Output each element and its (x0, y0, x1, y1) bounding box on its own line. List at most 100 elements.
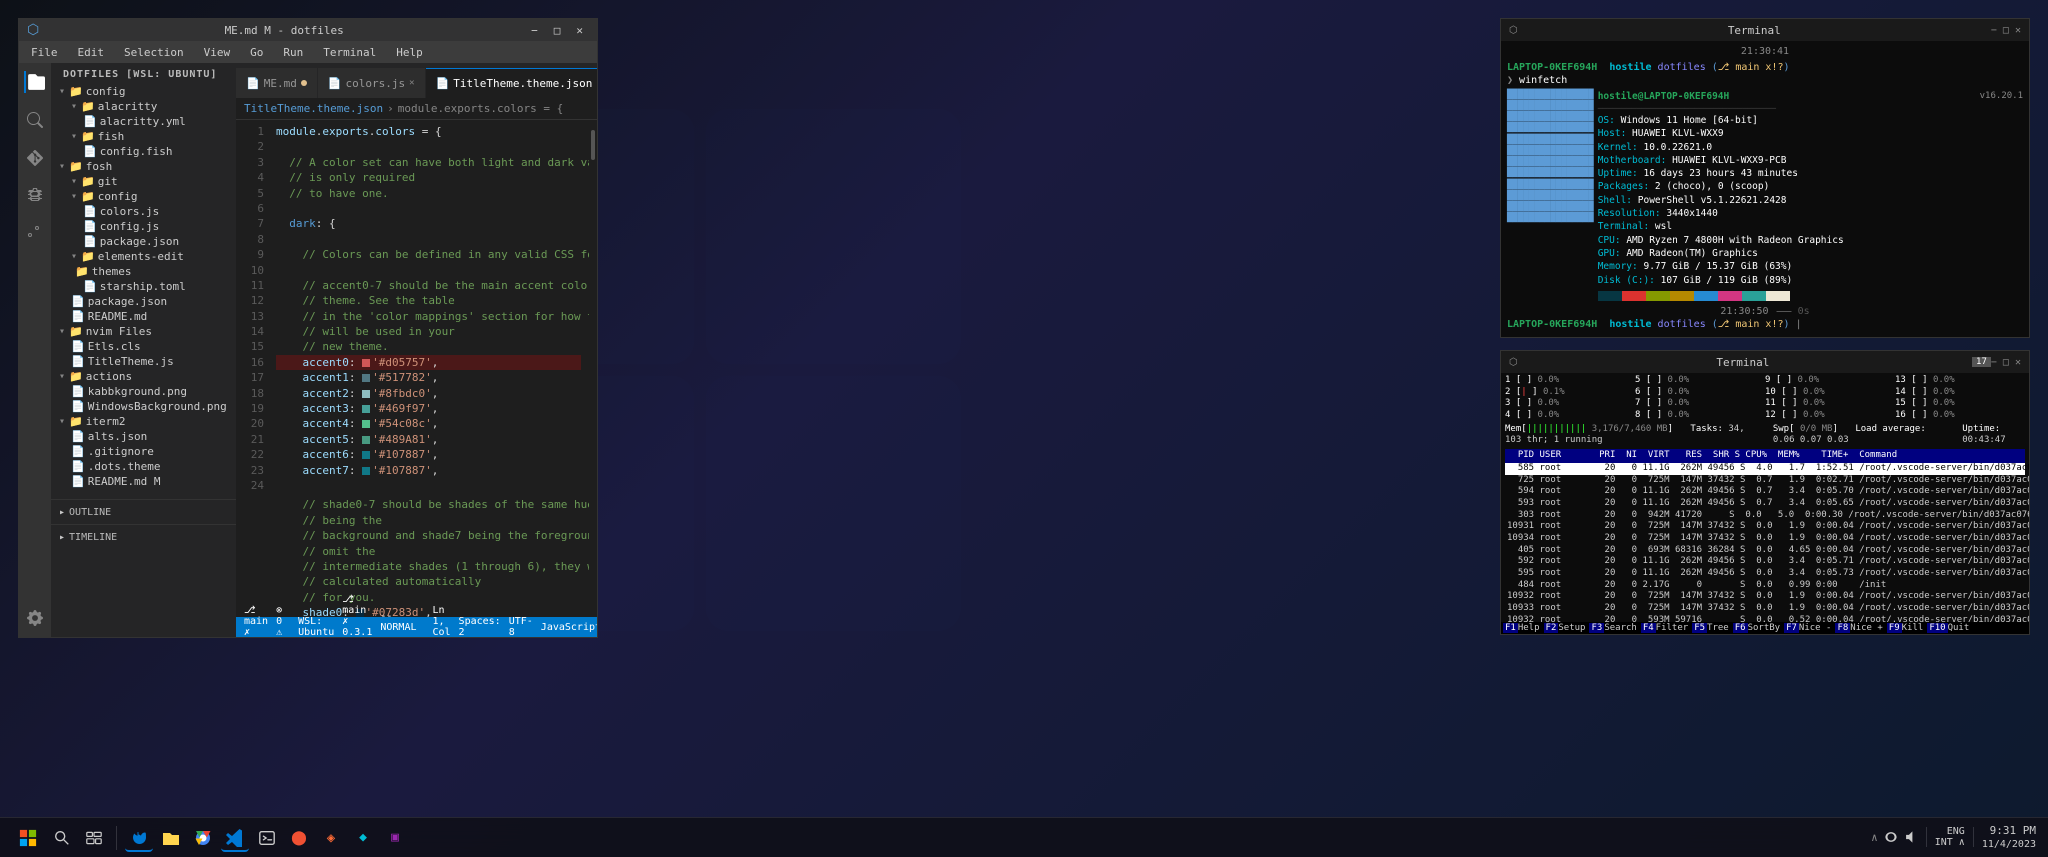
taskbar-edge[interactable] (125, 824, 153, 852)
process-row[interactable]: 592 root 20 0 11.1G 262M 49456 S 0.0 3.4… (1505, 556, 2025, 568)
process-row-selected[interactable]: 585 root 20 0 11.1G 262M 49456 S 4.0 1.7… (1505, 463, 2025, 475)
process-header: PID USER PRI NI VIRT RES SHR S CPU% MEM%… (1505, 449, 2025, 463)
taskbar-search[interactable] (48, 824, 76, 852)
tree-item-themes[interactable]: 📁themes (51, 264, 236, 279)
tree-item-colors-js[interactable]: 📄colors.js (51, 204, 236, 219)
fkey-f7[interactable]: F7Nice - (1784, 623, 1831, 633)
start-button[interactable] (12, 822, 44, 854)
vertical-scrollbar[interactable] (589, 120, 597, 617)
tree-item-starship[interactable]: 📄starship.toml (51, 279, 236, 294)
tree-item-fish[interactable]: ▾📁fish (51, 129, 236, 144)
taskbar-task-view[interactable] (80, 824, 108, 852)
minimize-button[interactable]: − (525, 24, 544, 37)
tree-item-gitignore[interactable]: 📄.gitignore (51, 444, 236, 459)
tree-item-package-json[interactable]: 📄package.json (51, 234, 236, 249)
process-row[interactable]: 10932 root 20 0 725M 147M 37432 S 0.0 1.… (1505, 591, 2025, 603)
taskbar-app1[interactable]: ◈ (317, 824, 345, 852)
menu-run[interactable]: Run (279, 44, 307, 61)
tree-item-alacritty[interactable]: ▾📁alacritty (51, 99, 236, 114)
fkey-f10[interactable]: F10Quit (1927, 623, 1969, 633)
process-row[interactable]: 303 root 20 0 942M 41720 S 0.0 5.0 0:00.… (1505, 510, 2025, 522)
tree-item-dotstheme[interactable]: 📄.dots.theme (51, 459, 236, 474)
tree-item-config-sub[interactable]: ▾📁config (51, 189, 236, 204)
fkey-f9[interactable]: F9Kill (1887, 623, 1924, 633)
fkey-f5[interactable]: F5Tree (1692, 623, 1729, 633)
code-editor[interactable]: 12345 678910 1112131415 1617181920 21222… (236, 120, 597, 617)
tree-item-config[interactable]: ▾📁config (51, 84, 236, 99)
menu-help[interactable]: Help (392, 44, 427, 61)
activity-git[interactable] (24, 147, 46, 169)
taskbar-chrome[interactable] (189, 824, 217, 852)
taskbar-app3[interactable]: ▣ (381, 824, 409, 852)
process-row[interactable]: 484 root 20 0 2.17G 0 S 0.0 0.99 0:00 /i… (1505, 580, 2025, 592)
process-row[interactable]: 725 root 20 0 725M 147M 37432 S 0.7 1.9 … (1505, 475, 2025, 487)
taskbar-terminal[interactable] (253, 824, 281, 852)
maximize-button[interactable]: □ (548, 24, 567, 37)
process-row[interactable]: 10933 root 20 0 725M 147M 37432 S 0.0 1.… (1505, 603, 2025, 615)
tree-item-alacritty-yml[interactable]: 📄alacritty.yml (51, 114, 236, 129)
activity-settings[interactable] (24, 607, 46, 629)
code-content: module.exports.colors = { // A color set… (268, 120, 589, 617)
fkey-f6[interactable]: F6SortBy (1733, 623, 1780, 633)
process-row[interactable]: 10934 root 20 0 725M 147M 37432 S 0.0 1.… (1505, 533, 2025, 545)
activity-explorer[interactable] (24, 71, 46, 93)
menu-selection[interactable]: Selection (120, 44, 188, 61)
process-row[interactable]: 10932 root 20 0 593M 59716 S 0.0 0.52 0:… (1505, 615, 2025, 622)
taskbar-app2[interactable]: ◆ (349, 824, 377, 852)
cpu-bars-grid: 1 [ ] 0.0% 5 [ ] 0.0% 9 [ ] 0.0% 13 [ ] … (1505, 375, 2025, 422)
process-row[interactable]: 593 root 20 0 11.1G 262M 49456 S 0.7 3.4… (1505, 498, 2025, 510)
fkey-f8[interactable]: F8Nice + (1835, 623, 1882, 633)
tree-item-winbg[interactable]: 📄WindowsBackground.png (51, 399, 236, 414)
fkey-f3[interactable]: F3Search (1589, 623, 1636, 633)
activity-search[interactable] (24, 109, 46, 131)
tree-item-kabb[interactable]: 📄kabbkground.png (51, 384, 236, 399)
status-language: JavaScript (541, 622, 597, 633)
tree-item-nvim[interactable]: ▾📁nvim Files (51, 324, 236, 339)
tree-item-readme[interactable]: 📄README.md (51, 309, 236, 324)
htop-title: Terminal (1518, 356, 1968, 369)
tab-titletheme[interactable]: 📄 TitleTheme.theme.json ✕ (426, 68, 597, 98)
tree-item-git[interactable]: ▾📁git (51, 174, 236, 189)
tree-item-elements[interactable]: ▾📁elements-edit (51, 249, 236, 264)
taskbar-explorer[interactable] (157, 824, 185, 852)
outline-panel: ▸ OUTLINE (51, 499, 236, 524)
menu-terminal[interactable]: Terminal (319, 44, 380, 61)
process-list: 585 root 20 0 11.1G 262M 49456 S 4.0 1.7… (1505, 463, 2025, 622)
activity-debug[interactable] (24, 185, 46, 207)
tree-item-readmemd[interactable]: 📄README.md M (51, 474, 236, 489)
file-explorer-sidebar: DOTFILES [WSL: UBUNTU] ▾📁config ▾📁alacri… (51, 63, 236, 637)
taskbar-git[interactable]: ⬤ (285, 824, 313, 852)
menu-file[interactable]: File (27, 44, 62, 61)
tree-item-etts[interactable]: 📄Etls.cls (51, 339, 236, 354)
tree-item-actions[interactable]: ▾📁actions (51, 369, 236, 384)
breadcrumb: TitleTheme.theme.json › module.exports.c… (236, 98, 597, 120)
fkey-f2[interactable]: F2Setup (1544, 623, 1586, 633)
menu-go[interactable]: Go (246, 44, 267, 61)
process-row[interactable]: 595 root 20 0 11.1G 262M 49456 S 0.0 3.4… (1505, 568, 2025, 580)
tree-item-titletheme[interactable]: 📄TitleTheme.js (51, 354, 236, 369)
tray-clock[interactable]: 9:31 PM 11/4/2023 (1982, 824, 2036, 851)
process-row[interactable]: 10931 root 20 0 725M 147M 37432 S 0.0 1.… (1505, 521, 2025, 533)
tray-chevron[interactable]: ∧ (1871, 831, 1878, 844)
tree-item-fosh[interactable]: ▾📁fosh (51, 159, 236, 174)
timeline-label: TIMELINE (69, 532, 117, 543)
process-row[interactable]: 405 root 20 0 693M 68316 36284 S 0.0 4.6… (1505, 545, 2025, 557)
fkey-f1[interactable]: F1Help (1503, 623, 1540, 633)
tree-item-pkg[interactable]: 📄package.json (51, 294, 236, 309)
menu-edit[interactable]: Edit (74, 44, 109, 61)
tree-item-config-fish[interactable]: 📄config.fish (51, 144, 236, 159)
tree-item-iterm2[interactable]: ▾📁iterm2 (51, 414, 236, 429)
tree-item-config-js[interactable]: 📄config.js (51, 219, 236, 234)
close-button[interactable]: ✕ (570, 24, 589, 37)
taskbar-vscode[interactable] (221, 824, 249, 852)
winfetch-titlebar: ⬡ Terminal − □ ✕ (1501, 19, 2029, 41)
tab-colors1[interactable]: 📄 colors.js ✕ (318, 68, 426, 98)
fkey-f4[interactable]: F4Filter (1641, 623, 1688, 633)
tab-memd[interactable]: 📄 ME.md (236, 68, 318, 98)
terminal-htop-window: ⬡ Terminal 17 − □ ✕ 1 [ ] 0.0% 5 [ ] 0.0… (1500, 350, 2030, 635)
process-row[interactable]: 594 root 20 0 11.1G 262M 49456 S 0.7 3.4… (1505, 486, 2025, 498)
status-encoding: UTF-8 (509, 616, 533, 637)
menu-view[interactable]: View (200, 44, 235, 61)
tree-item-altsjson[interactable]: 📄alts.json (51, 429, 236, 444)
activity-extensions[interactable] (24, 223, 46, 245)
